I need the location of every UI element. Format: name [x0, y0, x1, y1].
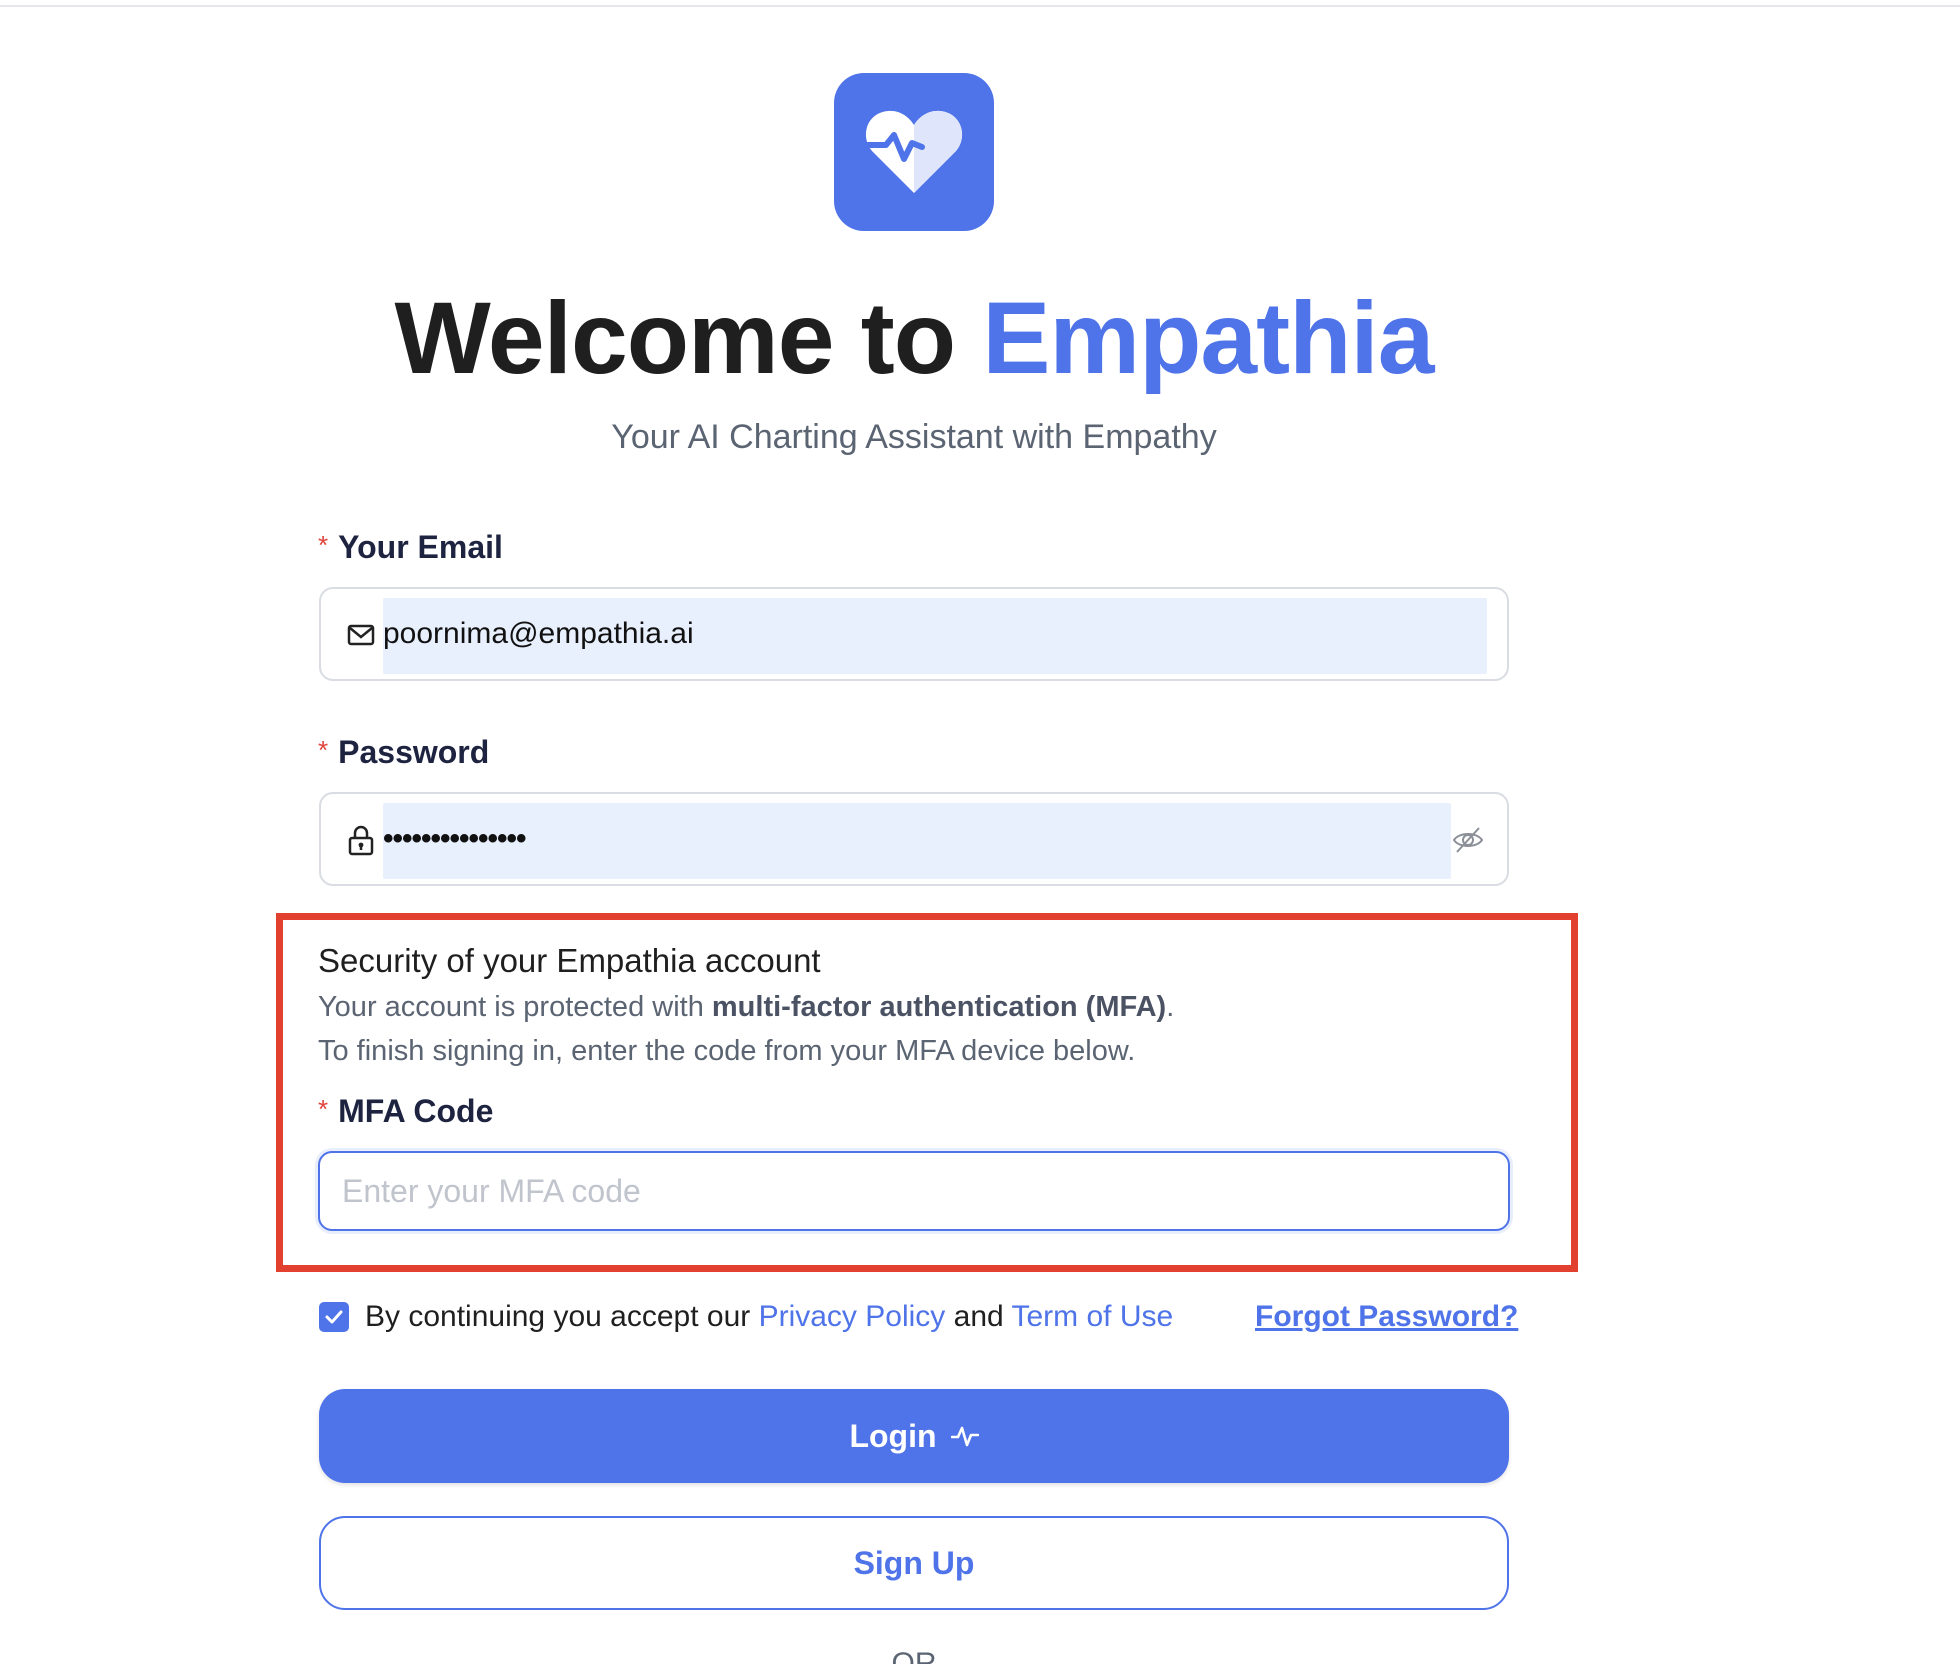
mfa-section-title: Security of your Empathia account	[318, 942, 821, 979]
email-field[interactable]: poornima@empathia.ai	[319, 587, 1509, 681]
mfa-description-line1: Your account is protected with multi-fac…	[318, 987, 1174, 1027]
email-label-text: Your Email	[338, 529, 503, 565]
password-field[interactable]: •••••••••••••••	[319, 792, 1509, 886]
mfa-code-label: * MFA Code	[318, 1091, 493, 1131]
lock-icon	[348, 825, 374, 856]
login-button-label: Login	[849, 1417, 937, 1454]
check-icon	[325, 1310, 343, 1324]
required-marker: *	[318, 530, 329, 560]
password-label: * Password	[318, 732, 489, 772]
pulse-icon	[950, 1426, 979, 1447]
password-value[interactable]: •••••••••••••••	[383, 794, 527, 884]
signup-button[interactable]: Sign Up	[319, 1516, 1509, 1610]
brand-name: Empathia	[982, 281, 1434, 395]
signup-button-label: Sign Up	[853, 1544, 975, 1581]
required-marker: *	[318, 735, 329, 765]
consent-text: By continuing you accept our Privacy Pol…	[365, 1296, 1173, 1338]
mail-icon	[347, 624, 375, 646]
password-autofill-bg	[383, 803, 1451, 879]
privacy-policy-link[interactable]: Privacy Policy	[759, 1300, 946, 1333]
email-label: * Your Email	[318, 527, 503, 567]
mfa-description-line2: To finish signing in, enter the code fro…	[318, 1035, 1136, 1067]
consent-checkbox[interactable]	[319, 1302, 349, 1332]
or-divider-text: OR	[891, 1647, 937, 1664]
mfa-line1-suffix: .	[1166, 991, 1175, 1023]
consent-prefix: By continuing you accept our	[365, 1300, 759, 1333]
password-label-text: Password	[338, 734, 490, 770]
heart-pulse-icon	[864, 110, 963, 193]
page-title: Welcome to Empathia	[0, 278, 1828, 398]
required-marker: *	[318, 1094, 329, 1124]
app-logo	[834, 73, 994, 231]
consent-and: and	[945, 1300, 1012, 1333]
mfa-code-input[interactable]	[318, 1151, 1510, 1231]
terms-of-use-link[interactable]: Term of Use	[1011, 1300, 1173, 1333]
login-button[interactable]: Login	[319, 1389, 1509, 1483]
email-value[interactable]: poornima@empathia.ai	[383, 589, 694, 679]
eye-off-icon[interactable]	[1451, 824, 1485, 856]
mfa-code-label-text: MFA Code	[338, 1093, 494, 1129]
title-prefix: Welcome to	[394, 281, 983, 395]
top-border	[0, 0, 1960, 7]
forgot-password-link[interactable]: Forgot Password?	[1255, 1296, 1518, 1338]
page-subtitle: Your AI Charting Assistant with Empathy	[611, 418, 1217, 456]
mfa-line1-bold: multi-factor authentication (MFA)	[711, 991, 1167, 1023]
login-page: Welcome to Empathia Your AI Charting Ass…	[0, 0, 1960, 1664]
mfa-line1-prefix: Your account is protected with	[318, 991, 712, 1023]
